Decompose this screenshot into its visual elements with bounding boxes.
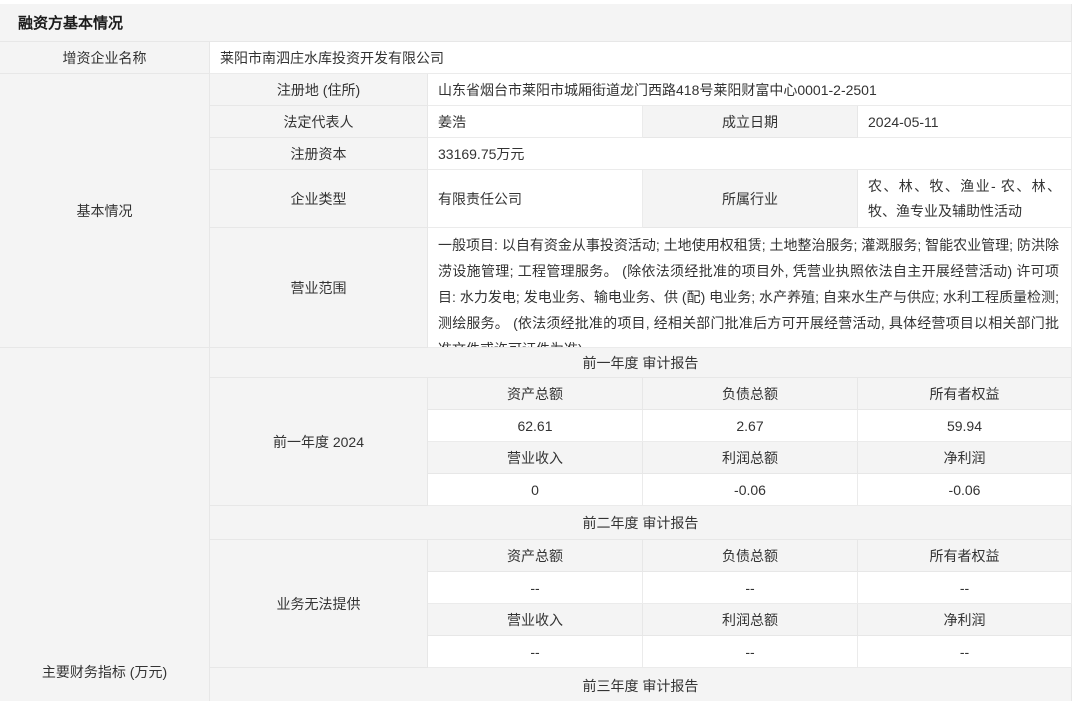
year1-assets-value: 62.61	[428, 410, 643, 442]
year2-liabilities-value: --	[643, 572, 858, 604]
company-name-label: 增资企业名称	[0, 42, 210, 74]
year2-total-profit-value: --	[643, 636, 858, 668]
year1-liabilities-header: 负债总额	[643, 378, 858, 410]
year1-equity-header: 所有者权益	[858, 378, 1072, 410]
financial-section-label: 主要财务指标 (万元)	[0, 662, 209, 682]
year1-audit-heading: 前一年度 审计报告	[210, 348, 1072, 378]
year1-assets-header: 资产总额	[428, 378, 643, 410]
business-scope-label: 营业范围	[210, 228, 428, 348]
year1-total-profit-value: -0.06	[643, 474, 858, 506]
founded-date-label: 成立日期	[643, 106, 858, 138]
company-type-label: 企业类型	[210, 170, 428, 228]
year1-liabilities-value: 2.67	[643, 410, 858, 442]
year2-assets-header: 资产总额	[428, 540, 643, 572]
year2-net-profit-value: --	[858, 636, 1072, 668]
year3-audit-heading: 前三年度 审计报告	[210, 668, 1072, 701]
industry-value-text: 农、林、牧、渔业- 农、林、牧、渔专业及辅助性活动	[858, 170, 1071, 228]
financial-section-cell: 主要财务指标 (万元)	[0, 348, 210, 701]
business-scope-text: 一般项目: 以自有资金从事投资活动; 土地使用权租赁; 土地整治服务; 灌溉服务…	[428, 228, 1071, 348]
reg-capital-label: 注册资本	[210, 138, 428, 170]
industry-label: 所属行业	[643, 170, 858, 228]
year2-total-profit-header: 利润总额	[643, 604, 858, 636]
section-title: 融资方基本情况	[0, 4, 1072, 42]
business-scope-value: 一般项目: 以自有资金从事投资活动; 土地使用权租赁; 土地整治服务; 灌溉服务…	[428, 228, 1072, 348]
year2-equity-value: --	[858, 572, 1072, 604]
reg-capital-value: 33169.75万元	[428, 138, 1072, 170]
year1-equity-value: 59.94	[858, 410, 1072, 442]
legal-rep-value: 姜浩	[428, 106, 643, 138]
company-type-value: 有限责任公司	[428, 170, 643, 228]
year2-liabilities-header: 负债总额	[643, 540, 858, 572]
year2-equity-header: 所有者权益	[858, 540, 1072, 572]
info-grid: 融资方基本情况 增资企业名称 莱阳市南泗庄水库投资开发有限公司 基本情况 注册地…	[0, 4, 1072, 701]
financing-party-table: 融资方基本情况 增资企业名称 莱阳市南泗庄水库投资开发有限公司 基本情况 注册地…	[0, 0, 1074, 701]
year2-audit-heading: 前二年度 审计报告	[210, 506, 1072, 540]
year2-net-profit-header: 净利润	[858, 604, 1072, 636]
industry-value: 农、林、牧、渔业- 农、林、牧、渔专业及辅助性活动	[858, 170, 1072, 228]
legal-rep-label: 法定代表人	[210, 106, 428, 138]
address-label: 注册地 (住所)	[210, 74, 428, 106]
year1-revenue-header: 营业收入	[428, 442, 643, 474]
year2-row-label: 业务无法提供	[210, 540, 428, 668]
founded-date-value: 2024-05-11	[858, 106, 1072, 138]
company-name-value: 莱阳市南泗庄水库投资开发有限公司	[210, 42, 1072, 74]
year1-row-label: 前一年度 2024	[210, 378, 428, 506]
year2-revenue-header: 营业收入	[428, 604, 643, 636]
basic-info-section-label: 基本情况	[0, 74, 210, 348]
year2-assets-value: --	[428, 572, 643, 604]
year1-total-profit-header: 利润总额	[643, 442, 858, 474]
year1-net-profit-value: -0.06	[858, 474, 1072, 506]
year1-net-profit-header: 净利润	[858, 442, 1072, 474]
year2-revenue-value: --	[428, 636, 643, 668]
address-value: 山东省烟台市莱阳市城厢街道龙门西路418号莱阳财富中心0001-2-2501	[428, 74, 1072, 106]
year1-revenue-value: 0	[428, 474, 643, 506]
